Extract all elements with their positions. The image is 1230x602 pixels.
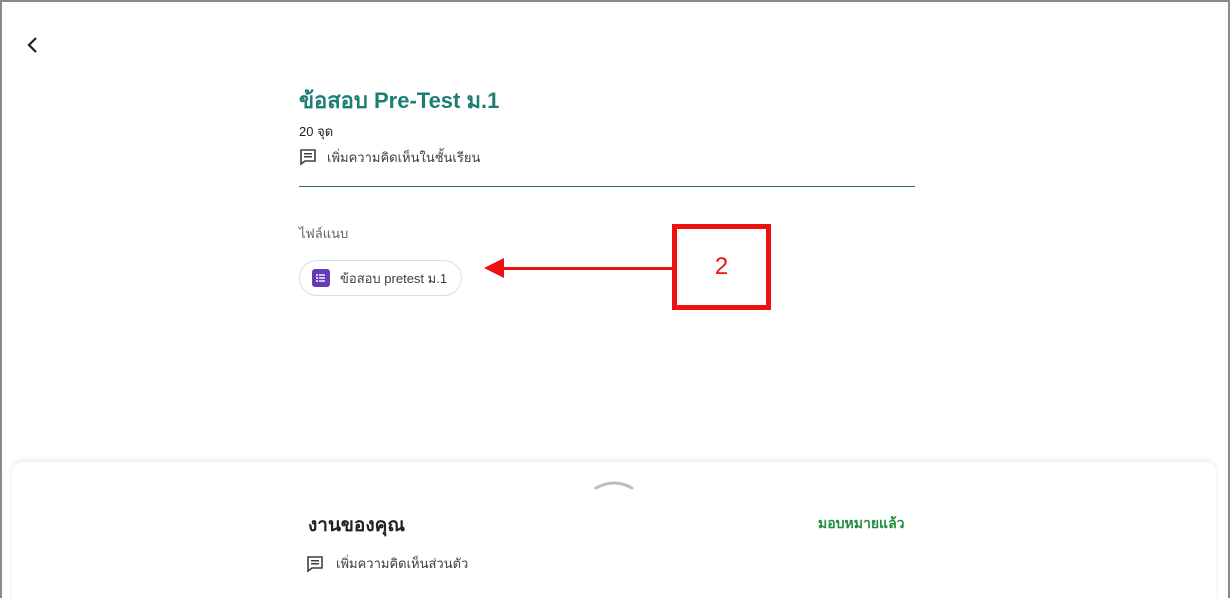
- assignment-points: 20 จุด: [299, 124, 334, 139]
- assignment-title: ข้อสอบ Pre-Test ม.1: [299, 88, 500, 113]
- assignment-status: มอบหมายแล้ว: [818, 515, 905, 531]
- assignment-details: ข้อสอบ Pre-Test ม.1 20 จุด เพิ่มความคิดเ…: [299, 86, 915, 296]
- annotation-arrow-head: [484, 258, 504, 278]
- divider: [299, 186, 915, 187]
- your-work-title: งานของคุณ: [308, 515, 405, 536]
- attachment-chip[interactable]: ข้อสอบ pretest ม.1: [299, 260, 463, 296]
- attachments-label: ไฟล์แนบ: [299, 226, 349, 241]
- comment-icon: [300, 149, 316, 166]
- add-private-comment-label: เพิ่มความคิดเห็นส่วนตัว: [336, 556, 469, 571]
- annotation-arrow-line: [500, 267, 672, 270]
- add-private-comment-button[interactable]: เพิ่มความคิดเห็นส่วนตัว: [306, 553, 468, 574]
- chevron-left-icon: [27, 37, 37, 53]
- add-class-comment-button[interactable]: เพิ่มความคิดเห็นในชั้นเรียน: [299, 146, 915, 168]
- attachment-name: ข้อสอบ pretest ม.1: [340, 270, 448, 286]
- chevron-up-icon: [594, 481, 634, 490]
- annotation-step-box: 2: [672, 224, 771, 310]
- comment-icon: [307, 555, 323, 573]
- add-class-comment-label: เพิ่มความคิดเห็นในชั้นเรียน: [327, 149, 481, 165]
- your-work-sheet: งานของคุณ มอบหมายแล้ว เพิ่มความคิดเห็นส่…: [12, 462, 1216, 602]
- back-button[interactable]: [22, 30, 44, 60]
- expand-sheet-handle[interactable]: [592, 476, 636, 492]
- google-forms-icon: [312, 269, 330, 287]
